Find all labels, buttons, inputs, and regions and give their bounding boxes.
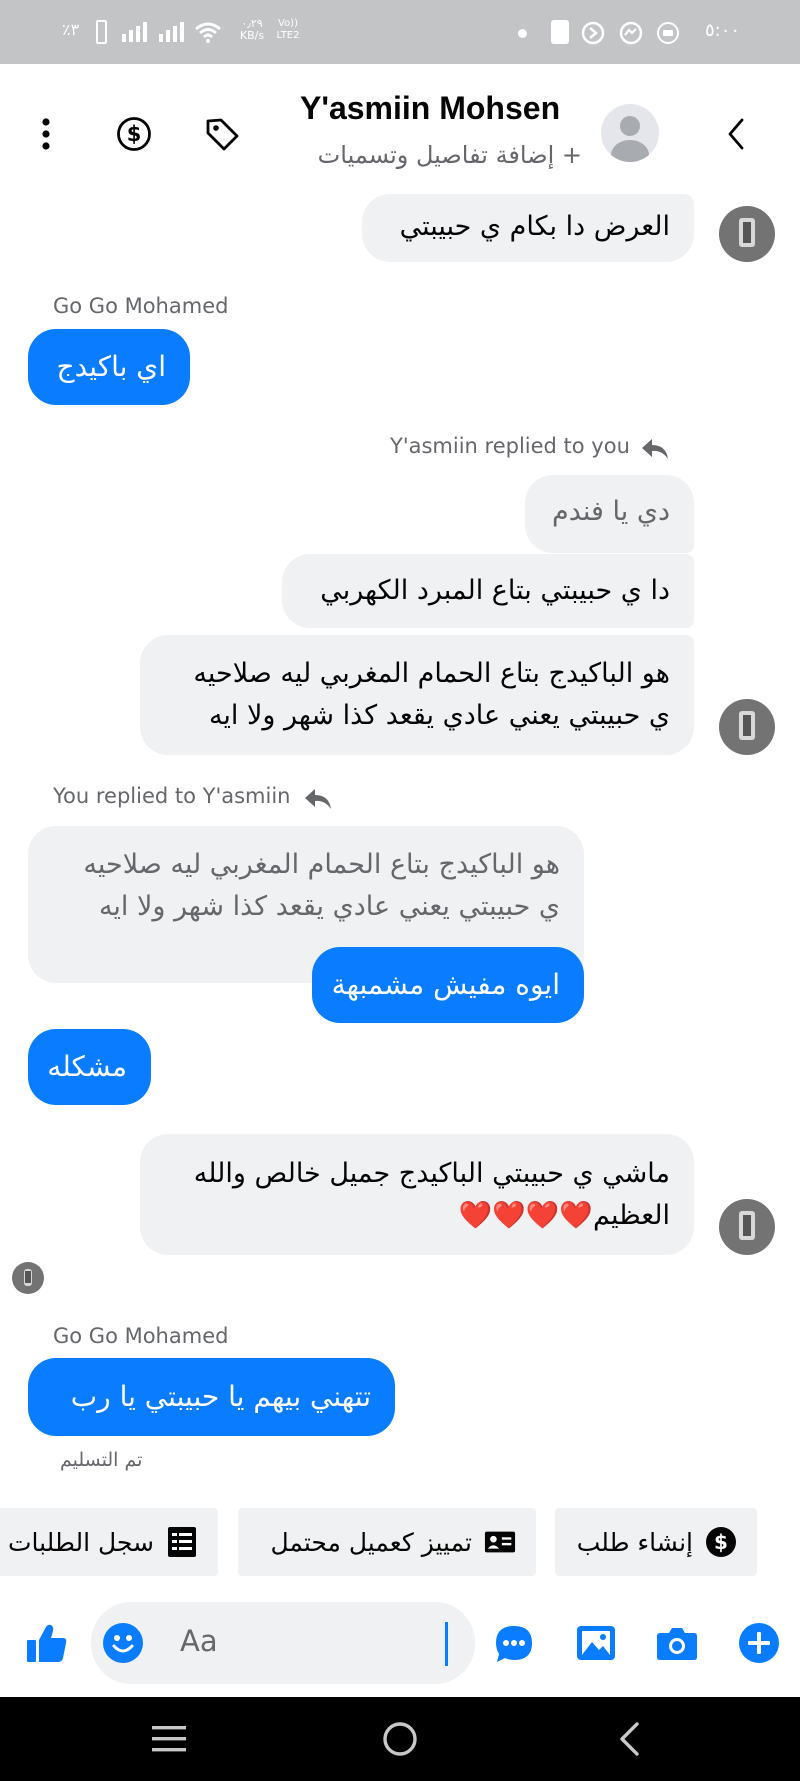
input-placeholder: Aa — [180, 1624, 218, 1658]
message-bubble-incoming[interactable]: دا ي حبيبتي بتاع المبرد الكهربي — [282, 554, 694, 628]
like-icon[interactable] — [26, 1623, 68, 1663]
reply-label: You replied to Y'asmiin — [53, 784, 291, 808]
wifi-icon — [195, 22, 221, 43]
sender-avatar[interactable] — [719, 699, 775, 755]
id-card-icon — [484, 1526, 516, 1558]
gallery-icon[interactable] — [576, 1625, 616, 1661]
orders-log-chip[interactable]: سجل الطلبات — [0, 1508, 218, 1576]
net-speed-unit: KB/s — [239, 29, 265, 42]
sender-avatar[interactable] — [719, 206, 775, 262]
message-bubble-incoming[interactable]: العرض دا بكام ي حبيبتي — [362, 194, 694, 262]
chip-label: سجل الطلبات — [7, 1527, 154, 1557]
contact-name[interactable]: Y'asmiin Mohsen — [300, 90, 590, 127]
app-icon — [657, 22, 679, 44]
sender-avatar[interactable] — [719, 1199, 775, 1255]
message-bubble-outgoing[interactable]: ايوه مفيش مشمبهة — [312, 947, 584, 1023]
system-nav-bar — [0, 1697, 800, 1781]
message-line: ماشي ي حبيبتي الباكيدج جميل خالص والله — [193, 1158, 670, 1189]
data-saver-icon — [581, 21, 605, 45]
back-icon[interactable] — [616, 1721, 642, 1757]
home-icon[interactable] — [382, 1721, 418, 1757]
contact-avatar[interactable] — [601, 104, 659, 162]
text-cursor — [445, 1622, 448, 1666]
message-line: هو الباكيدج بتاع الحمام المغربي ليه صلاح… — [193, 658, 670, 689]
messenger-icon — [619, 21, 643, 45]
reply-arrow-icon — [305, 789, 331, 809]
message-bubble-outgoing[interactable]: مشكله — [28, 1029, 151, 1105]
reply-arrow-icon — [642, 439, 668, 459]
quoted-message[interactable]: دي يا فندم — [525, 475, 694, 553]
sender-name-label: Go Go Mohamed — [53, 294, 229, 318]
lte-label: LTE2 — [276, 30, 300, 41]
volte-label: Vo)) — [278, 18, 298, 29]
quoted-line: ي حبيبتي يعني عادي يقعد كذا شهر ولا ايه — [98, 891, 560, 922]
message-input[interactable]: Aa — [91, 1602, 475, 1684]
quoted-line: هو الباكيدج بتاع الحمام المغربي ليه صلاح… — [83, 849, 560, 880]
dot-icon — [518, 29, 527, 38]
dollar-icon: $ — [705, 1526, 737, 1558]
status-bar: ٪٣ ٠٫٢٩ KB/s Vo)) LTE2 ٥:٠٠ — [0, 0, 800, 64]
chip-label: تمييز كعميل محتمل — [270, 1527, 472, 1557]
receipt-icon — [166, 1526, 198, 1558]
notification-icon — [551, 20, 569, 44]
delivered-status: تم التسليم — [60, 1449, 143, 1471]
svg-text:$: $ — [127, 122, 142, 146]
dollar-icon[interactable]: $ — [116, 116, 152, 152]
chip-label: إنشاء طلب — [576, 1527, 693, 1557]
mark-lead-chip[interactable]: تمييز كعميل محتمل — [238, 1508, 536, 1576]
tag-icon[interactable] — [204, 116, 240, 152]
message-bubble-incoming[interactable]: هو الباكيدج بتاع الحمام المغربي ليه صلاح… — [140, 635, 694, 755]
create-order-chip[interactable]: $ إنشاء طلب — [555, 1508, 757, 1576]
camera-icon[interactable] — [656, 1625, 698, 1661]
battery-percent: ٪٣ — [62, 20, 80, 39]
chevron-left-icon[interactable] — [724, 116, 748, 152]
plus-icon[interactable] — [739, 1623, 779, 1663]
message-bubble-outgoing[interactable]: تتهني بيهم يا حبيبتي يا رب — [28, 1358, 395, 1436]
message-line: العظيم❤️❤️❤️❤️ — [458, 1200, 671, 1231]
recents-icon[interactable] — [150, 1723, 188, 1755]
more-vert-icon[interactable] — [34, 114, 58, 154]
battery-icon — [96, 20, 107, 44]
seen-avatar — [12, 1262, 44, 1294]
sender-name-label: Go Go Mohamed — [53, 1324, 229, 1348]
signal-icon — [122, 22, 147, 42]
chat-icon[interactable] — [494, 1624, 534, 1664]
emoji-icon[interactable] — [103, 1623, 143, 1663]
message-line: ي حبيبتي يعني عادي يقعد كذا شهر ولا ايه — [208, 700, 670, 731]
clock: ٥:٠٠ — [705, 20, 741, 41]
add-details-link[interactable]: + إضافة تفاصيل وتسميات — [300, 141, 582, 169]
chat-header: $ Y'asmiin Mohsen + إضافة تفاصيل وتسميات — [0, 64, 800, 204]
message-bubble-outgoing[interactable]: اي باكيدج — [28, 329, 190, 405]
reply-label: Y'asmiin replied to you — [390, 434, 630, 458]
message-bubble-incoming[interactable]: ماشي ي حبيبتي الباكيدج جميل خالص والله ا… — [140, 1134, 694, 1255]
signal-icon — [159, 22, 184, 42]
svg-text:$: $ — [714, 1530, 728, 1554]
quoted-text: دي يا فندم — [551, 496, 670, 527]
